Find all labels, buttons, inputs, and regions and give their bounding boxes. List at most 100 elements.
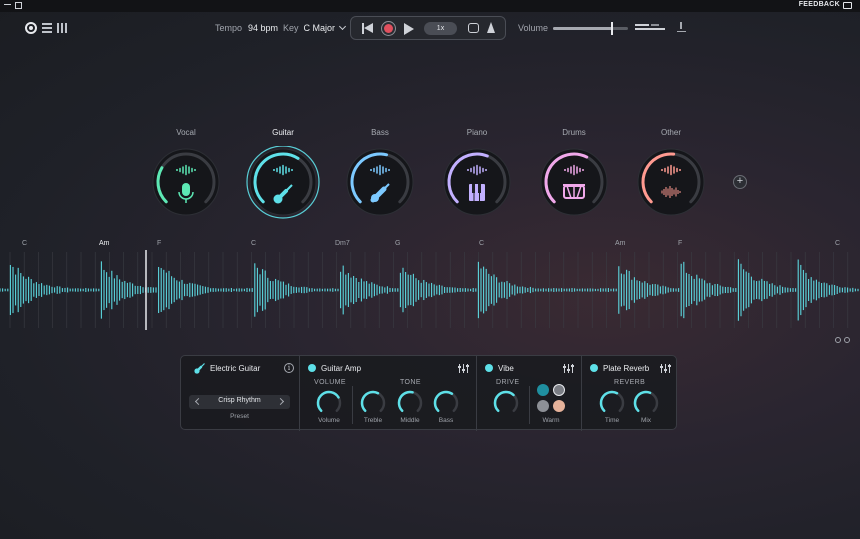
- volume-slider-thumb[interactable]: [610, 22, 613, 35]
- drive-knob[interactable]: [492, 389, 520, 417]
- track-guitar[interactable]: Guitar: [246, 128, 320, 220]
- loop-icon[interactable]: [468, 23, 479, 33]
- record-button[interactable]: [381, 21, 396, 36]
- volume-label: Volume: [518, 23, 549, 33]
- middle-knob[interactable]: [396, 389, 424, 417]
- track-other[interactable]: Other: [634, 128, 708, 220]
- zoom-out-icon[interactable]: [835, 337, 841, 343]
- info-icon[interactable]: i: [284, 363, 294, 373]
- plate-reverb-enabled-toggle[interactable]: [590, 364, 598, 372]
- key-value[interactable]: C Major: [304, 23, 336, 33]
- minimize-icon[interactable]: [4, 4, 11, 5]
- reverb-mix-knob-label: Mix: [640, 417, 652, 424]
- piano-icon: [443, 148, 511, 216]
- title-bar: FEEDBACK: [0, 0, 860, 12]
- track-name: Vocal: [176, 128, 196, 137]
- chord-label[interactable]: C: [835, 240, 840, 247]
- chord-label[interactable]: G: [395, 240, 400, 247]
- treble-knob-label: Treble: [363, 417, 383, 424]
- window-icon[interactable]: [15, 2, 22, 9]
- key-selector[interactable]: Key C Major: [283, 22, 347, 33]
- track-name: Bass: [371, 128, 389, 137]
- reverb-group-label: REVERB: [614, 379, 646, 386]
- guitar-icon: [246, 146, 320, 219]
- drive-group-label: DRIVE: [496, 379, 520, 386]
- volume-slider-fill: [553, 27, 612, 30]
- guitar-amp-settings-icon[interactable]: [458, 364, 469, 373]
- volume-slider[interactable]: [553, 22, 628, 35]
- plate-reverb-section: Plate Reverb REVERB Time Mix: [582, 356, 678, 431]
- warm-label: Warm: [542, 417, 560, 424]
- speed-button[interactable]: 1x: [424, 22, 457, 35]
- download-icon[interactable]: [677, 22, 686, 32]
- chord-label[interactable]: C: [251, 240, 256, 247]
- track-name: Piano: [466, 128, 488, 137]
- track-piano[interactable]: Piano: [440, 128, 514, 220]
- vibe-swatch[interactable]: [553, 384, 565, 396]
- chord-label[interactable]: C: [22, 240, 27, 247]
- play-icon[interactable]: [404, 23, 414, 35]
- menu-icon[interactable]: [42, 23, 52, 33]
- tone-group-label: TONE: [400, 379, 421, 386]
- zoom-in-icon[interactable]: [844, 337, 850, 343]
- track-name: Drums: [562, 128, 586, 137]
- preset-value: Crisp Rhythm: [218, 397, 261, 404]
- preset-label: Preset: [230, 413, 249, 420]
- add-track-button[interactable]: +: [733, 175, 747, 189]
- vibe-enabled-toggle[interactable]: [485, 364, 493, 372]
- chord-label[interactable]: Am: [615, 240, 626, 247]
- volume-knob[interactable]: [315, 389, 343, 417]
- vibe-section: Vibe DRIVE Warm: [477, 356, 581, 431]
- tempo-label: Tempo: [215, 23, 243, 33]
- chord-label[interactable]: F: [678, 240, 682, 247]
- treble-knob[interactable]: [359, 389, 387, 417]
- tempo-value[interactable]: 94 bpm: [248, 23, 278, 33]
- mixer-view-icon[interactable]: [57, 23, 67, 33]
- waveform-display[interactable]: [0, 250, 860, 330]
- guitar-amp-section: Guitar Amp VOLUME TONE Volume Treble Mid…: [300, 356, 476, 431]
- feedback-link[interactable]: FEEDBACK: [799, 1, 840, 8]
- guitar-amp-enabled-toggle[interactable]: [308, 364, 316, 372]
- metronome-icon[interactable]: [487, 22, 495, 33]
- chord-label[interactable]: Am: [99, 240, 110, 247]
- chord-label[interactable]: C: [479, 240, 484, 247]
- track-vocal[interactable]: Vocal: [149, 128, 223, 220]
- volume-knob-label: Volume: [318, 417, 340, 424]
- bass-knob[interactable]: [432, 389, 460, 417]
- track-name: Other: [660, 128, 681, 137]
- middle-knob-label: Middle: [400, 417, 420, 424]
- track-name: Guitar: [272, 128, 294, 137]
- chord-label[interactable]: Dm7: [335, 240, 350, 247]
- key-label: Key: [283, 23, 299, 33]
- vibe-swatch[interactable]: [553, 400, 565, 412]
- waveform-icon: [637, 148, 705, 216]
- track-drums[interactable]: Drums: [537, 128, 611, 220]
- group-divider: [529, 386, 530, 424]
- vibe-swatch[interactable]: [537, 400, 549, 412]
- app-logo-icon: [25, 22, 37, 34]
- chord-label[interactable]: F: [157, 240, 161, 247]
- chevron-down-icon[interactable]: [338, 22, 347, 31]
- drum-icon: [540, 148, 608, 216]
- vibe-swatch[interactable]: [537, 384, 549, 396]
- volume-group-label: VOLUME: [314, 379, 346, 386]
- transport-controls: 1x: [350, 16, 506, 40]
- track-bass[interactable]: Bass: [343, 128, 417, 220]
- feedback-icon[interactable]: [843, 2, 852, 9]
- plate-reverb-settings-icon[interactable]: [660, 364, 671, 373]
- skip-back-icon[interactable]: [362, 23, 373, 34]
- level-meter-icon: [635, 24, 665, 32]
- plate-reverb-title: Plate Reverb: [603, 364, 650, 373]
- reverb-mix-knob[interactable]: [632, 389, 660, 417]
- bass-guitar-icon: [346, 148, 414, 216]
- instrument-section: Electric Guitar i Crisp Rhythm Preset: [181, 356, 299, 431]
- bass-knob-label: Bass: [438, 417, 454, 424]
- reverb-time-knob[interactable]: [598, 389, 626, 417]
- vibe-settings-icon[interactable]: [563, 364, 574, 373]
- guitar-icon: [194, 363, 205, 374]
- preset-selector[interactable]: Crisp Rhythm: [189, 395, 290, 409]
- zoom-controls: [835, 337, 853, 345]
- vibe-title: Vibe: [498, 364, 514, 373]
- effects-panel: Electric Guitar i Crisp Rhythm Preset Gu…: [180, 355, 678, 431]
- tempo-control[interactable]: Tempo 94 bpm: [215, 23, 278, 33]
